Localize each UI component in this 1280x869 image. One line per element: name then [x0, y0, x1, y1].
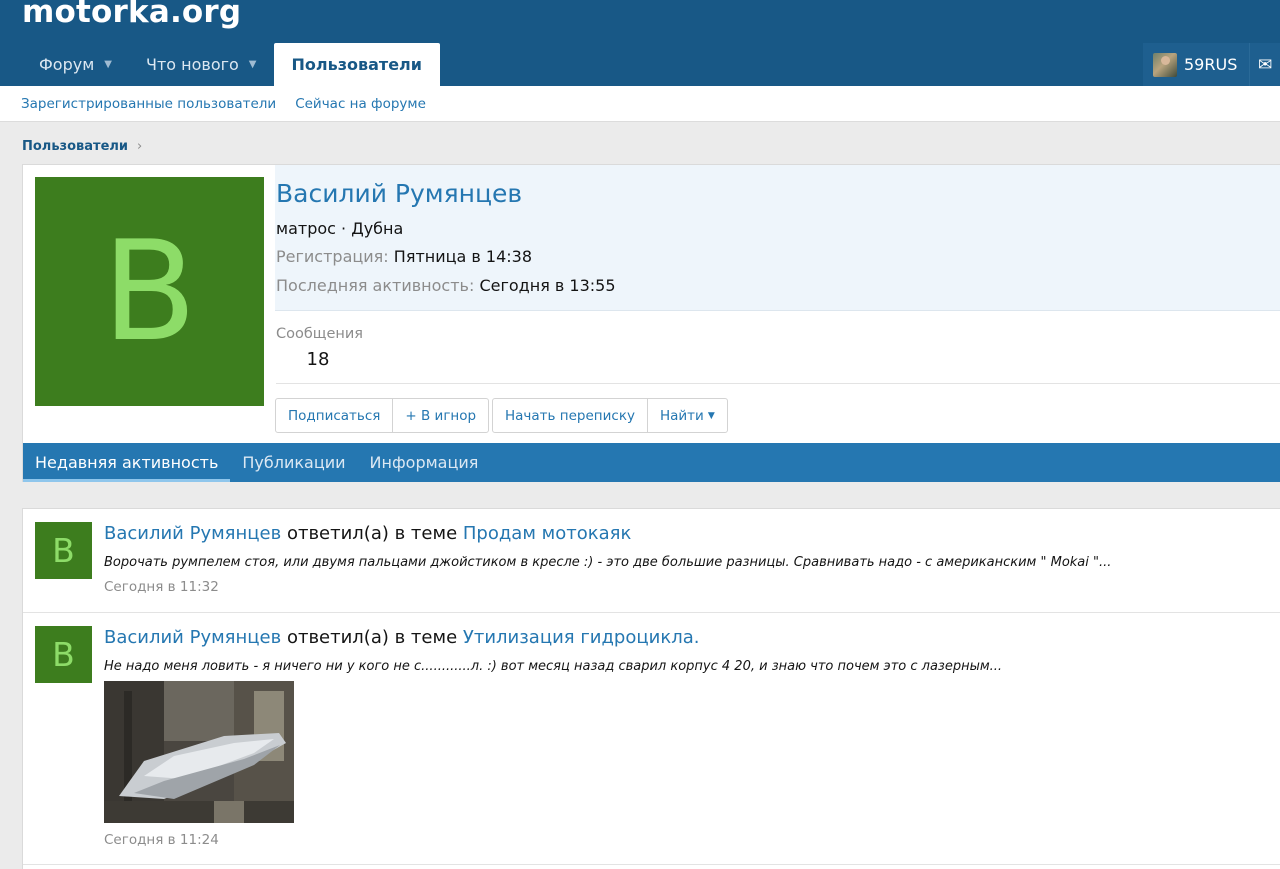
nav-tab-label: Что нового: [145, 55, 239, 74]
messages-stat-label: Сообщения: [276, 326, 364, 342]
nav-tab-label: Пользователи: [291, 55, 422, 74]
activity-thread-link[interactable]: Утилизация гидроцикла.: [463, 627, 700, 648]
caret-down-icon[interactable]: ▼: [249, 59, 257, 70]
subnav-registered-members[interactable]: Зарегистрированные пользователи: [21, 96, 276, 112]
find-button-label: Найти: [659, 407, 704, 424]
boat-hull-photo: [104, 681, 294, 823]
member-avatar[interactable]: В: [35, 177, 264, 406]
profile-tabs: Недавняя активность Публикации Информаци…: [23, 443, 1280, 482]
registered-value: Пятница в 14:38: [393, 247, 533, 266]
nav-tab-forum[interactable]: Форум ▼: [22, 43, 129, 86]
tab-postings[interactable]: Публикации: [230, 443, 357, 482]
activity-snippet: Не надо меня ловить - я ничего ни у кого…: [104, 659, 1003, 674]
envelope-icon[interactable]: ✉: [1250, 43, 1280, 86]
activity-time[interactable]: Сегодня в 11:32: [104, 579, 219, 595]
find-button[interactable]: Найти ▼: [648, 399, 727, 432]
registered-label: Регистрация:: [276, 247, 389, 266]
ignore-button[interactable]: + В игнор: [393, 399, 488, 432]
start-conversation-button[interactable]: Начать переписку: [493, 399, 648, 432]
activity-title: Василий Румянцев ответил(а) в теме Утили…: [104, 627, 699, 648]
activity-author-link[interactable]: Василий Румянцев: [104, 627, 281, 648]
member-registered: Регистрация: Пятница в 14:38: [276, 247, 532, 266]
user-avatar: [1153, 52, 1177, 77]
activity-author-link[interactable]: Василий Румянцев: [104, 523, 281, 544]
activity-time[interactable]: Сегодня в 11:24: [104, 832, 219, 848]
account-link[interactable]: 59RUS: [1143, 43, 1249, 86]
nav-tab-members[interactable]: Пользователи: [273, 43, 440, 86]
message-find-buttons: Начать переписку Найти ▼: [492, 398, 728, 433]
sub-nav: Зарегистрированные пользователи Сейчас н…: [0, 86, 1280, 122]
divider: [23, 864, 1280, 865]
follow-ignore-buttons: Подписаться + В игнор: [275, 398, 490, 433]
account-username: 59RUS: [1184, 55, 1238, 74]
member-title: матрос · Дубна: [276, 219, 404, 238]
main-nav: Форум ▼ Что нового ▼ Пользователи: [22, 43, 440, 86]
last-active-value: Сегодня в 13:55: [479, 276, 616, 295]
messages-stat-value[interactable]: 18: [276, 349, 360, 370]
divider: [23, 612, 1280, 613]
last-active-label: Последняя активность:: [276, 276, 475, 295]
attachment-thumbnail[interactable]: [104, 681, 294, 823]
caret-down-icon[interactable]: ▼: [104, 59, 112, 70]
caret-down-icon: ▼: [707, 410, 715, 421]
breadcrumb-members[interactable]: Пользователи: [22, 139, 128, 154]
member-name: Василий Румянцев: [276, 179, 523, 208]
activity-action: ответил(а) в теме: [281, 523, 463, 544]
site-logo[interactable]: motorka.org: [22, 0, 241, 30]
activity-list: В Василий Румянцев ответил(а) в теме Про…: [22, 508, 1280, 869]
activity-thread-link[interactable]: Продам мотокаяк: [463, 523, 631, 544]
divider: [276, 383, 1280, 384]
member-last-active: Последняя активность: Сегодня в 13:55: [276, 276, 616, 295]
breadcrumb: Пользователи ›: [22, 139, 142, 154]
tab-about[interactable]: Информация: [358, 443, 491, 482]
tab-recent-activity[interactable]: Недавняя активность: [23, 443, 231, 482]
follow-button[interactable]: Подписаться: [276, 399, 394, 432]
nav-tab-label: Форум: [39, 55, 95, 74]
activity-title: Василий Румянцев ответил(а) в теме Прода…: [104, 523, 631, 544]
activity-action: ответил(а) в теме: [281, 627, 463, 648]
user-menu: 59RUS ✉: [1143, 43, 1280, 86]
nav-tab-whats-new[interactable]: Что нового ▼: [129, 43, 274, 86]
activity-snippet: Ворочать румпелем стоя, или двумя пальца…: [104, 555, 1112, 570]
subnav-online-now[interactable]: Сейчас на форуме: [295, 96, 426, 112]
activity-avatar[interactable]: В: [35, 626, 92, 683]
chevron-right-icon: ›: [137, 139, 143, 154]
activity-avatar[interactable]: В: [35, 522, 92, 579]
site-header: motorka.org Форум ▼ Что нового ▼ Пользов…: [0, 0, 1280, 86]
member-header: В Василий Румянцев матрос · Дубна Регист…: [22, 164, 1280, 482]
